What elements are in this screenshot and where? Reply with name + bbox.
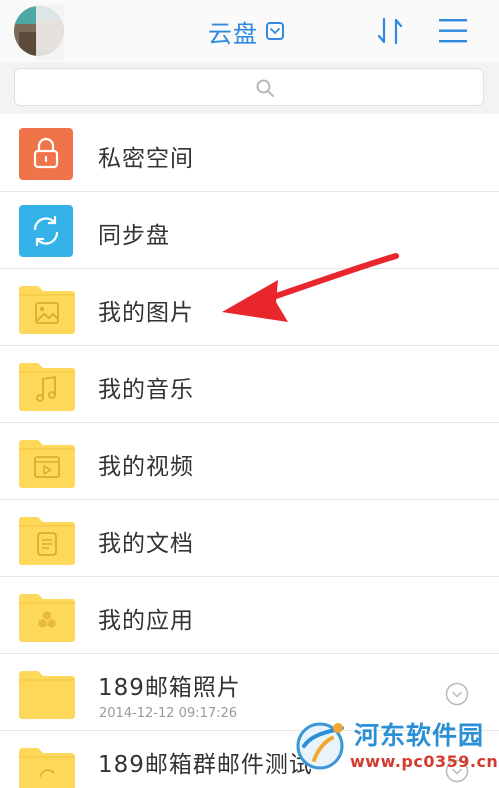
item-label: 私密空间 <box>98 146 194 172</box>
file-list: 私密空间 同步盘 我的图片 我的音乐 我的视频 我的文档 我的应用 189邮箱照… <box>0 115 499 788</box>
watermark-title: 河东软件园 <box>354 721 485 750</box>
cloud-disk-screen: 云盘 私密空间 同步盘 我的图片 我的音乐 我的视频 我的文档 我的应用 189… <box>0 0 499 788</box>
folder-image-icon <box>19 286 75 334</box>
page-title: 云盘 <box>208 19 258 48</box>
list-item-my-apps[interactable]: 我的应用 <box>0 577 499 654</box>
folder-video-icon <box>19 440 75 488</box>
lock-icon <box>18 127 76 181</box>
folder-icon <box>19 671 75 719</box>
search-bar <box>0 62 499 114</box>
list-item-my-documents[interactable]: 我的文档 <box>0 500 499 577</box>
hamburger-menu-icon[interactable] <box>436 14 470 48</box>
title-dropdown[interactable]: 云盘 <box>208 14 284 48</box>
item-label: 我的文档 <box>98 531 194 557</box>
item-label: 我的应用 <box>98 608 194 634</box>
site-logo <box>296 722 344 770</box>
folder-document-icon <box>19 517 75 565</box>
item-label: 我的图片 <box>98 300 194 326</box>
sync-icon <box>18 204 76 258</box>
item-label: 我的音乐 <box>98 377 194 403</box>
list-item-my-pictures[interactable]: 我的图片 <box>0 269 499 346</box>
item-label: 189邮箱群邮件测试 <box>98 752 313 778</box>
avatar-mosaic <box>36 4 64 60</box>
list-item-private-space[interactable]: 私密空间 <box>0 115 499 192</box>
list-item-my-videos[interactable]: 我的视频 <box>0 423 499 500</box>
list-item-sync-disk[interactable]: 同步盘 <box>0 192 499 269</box>
item-label: 189邮箱照片 <box>98 675 241 701</box>
sort-icon[interactable] <box>374 14 408 48</box>
folder-apps-icon <box>19 594 75 642</box>
chevron-down-circle-icon[interactable] <box>445 682 469 706</box>
chevron-down-icon <box>266 22 284 40</box>
search-input[interactable] <box>14 68 484 106</box>
top-bar: 云盘 <box>0 0 499 62</box>
item-label: 我的视频 <box>98 454 194 480</box>
watermark-url: www.pc0359.cn <box>350 752 499 771</box>
folder-icon <box>19 748 75 788</box>
watermark: 河东软件园 www.pc0359.cn <box>290 714 499 788</box>
item-date: 2014-12-12 09:17:26 <box>99 706 238 721</box>
folder-music-icon <box>19 363 75 411</box>
item-label: 同步盘 <box>98 223 170 249</box>
search-icon <box>256 79 274 97</box>
list-item-my-music[interactable]: 我的音乐 <box>0 346 499 423</box>
